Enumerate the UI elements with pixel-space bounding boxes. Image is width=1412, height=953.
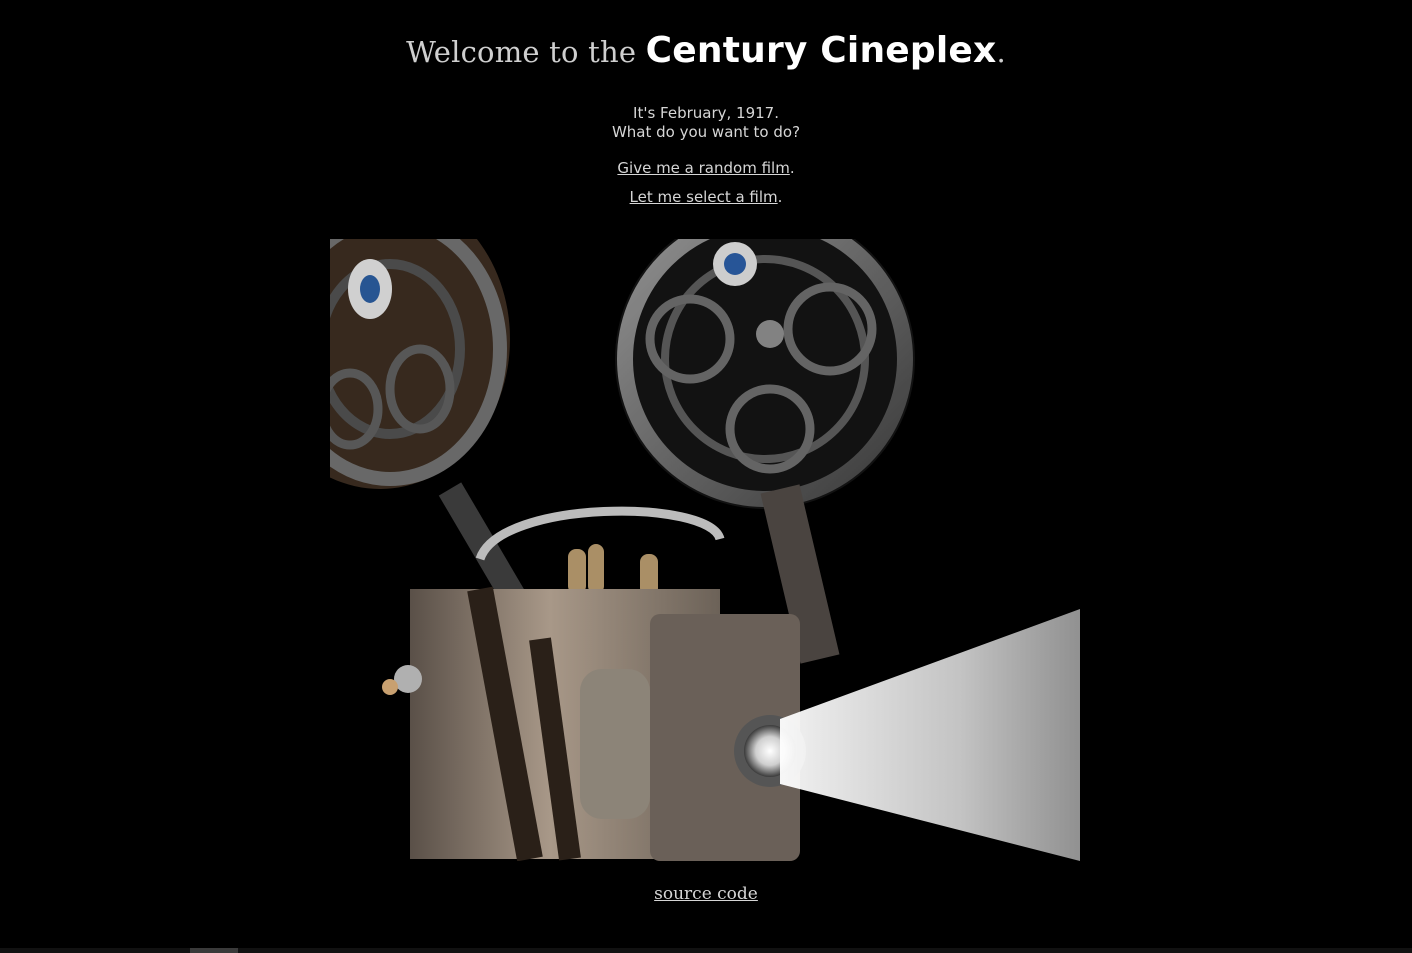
random-film-link[interactable]: Give me a random film [617,159,789,177]
intro-text: It's February, 1917. What do you want to… [0,104,1412,142]
intro-question: What do you want to do? [611,123,801,141]
select-film-period: . [777,188,783,206]
source-code-link[interactable]: source code [654,884,758,904]
title-prefix: Welcome to the [406,35,646,69]
select-film-row: Let me select a film. [0,187,1412,216]
page: Welcome to the Century Cineplex. It's Fe… [0,0,1412,953]
title-suffix: . [996,35,1006,69]
horizontal-scrollbar[interactable] [0,948,1412,953]
page-title: Welcome to the Century Cineplex. [0,30,1412,71]
intro-date: It's February, 1917. [633,104,779,122]
random-film-period: . [789,159,795,177]
scrollbar-thumb[interactable] [190,948,238,953]
projector-image [330,239,1080,861]
select-film-link[interactable]: Let me select a film [630,188,778,206]
random-film-row: Give me a random film. [0,158,1412,187]
footer: source code [0,884,1412,904]
title-brand: Century Cineplex [645,30,997,71]
action-links: Give me a random film. Let me select a f… [0,158,1412,216]
